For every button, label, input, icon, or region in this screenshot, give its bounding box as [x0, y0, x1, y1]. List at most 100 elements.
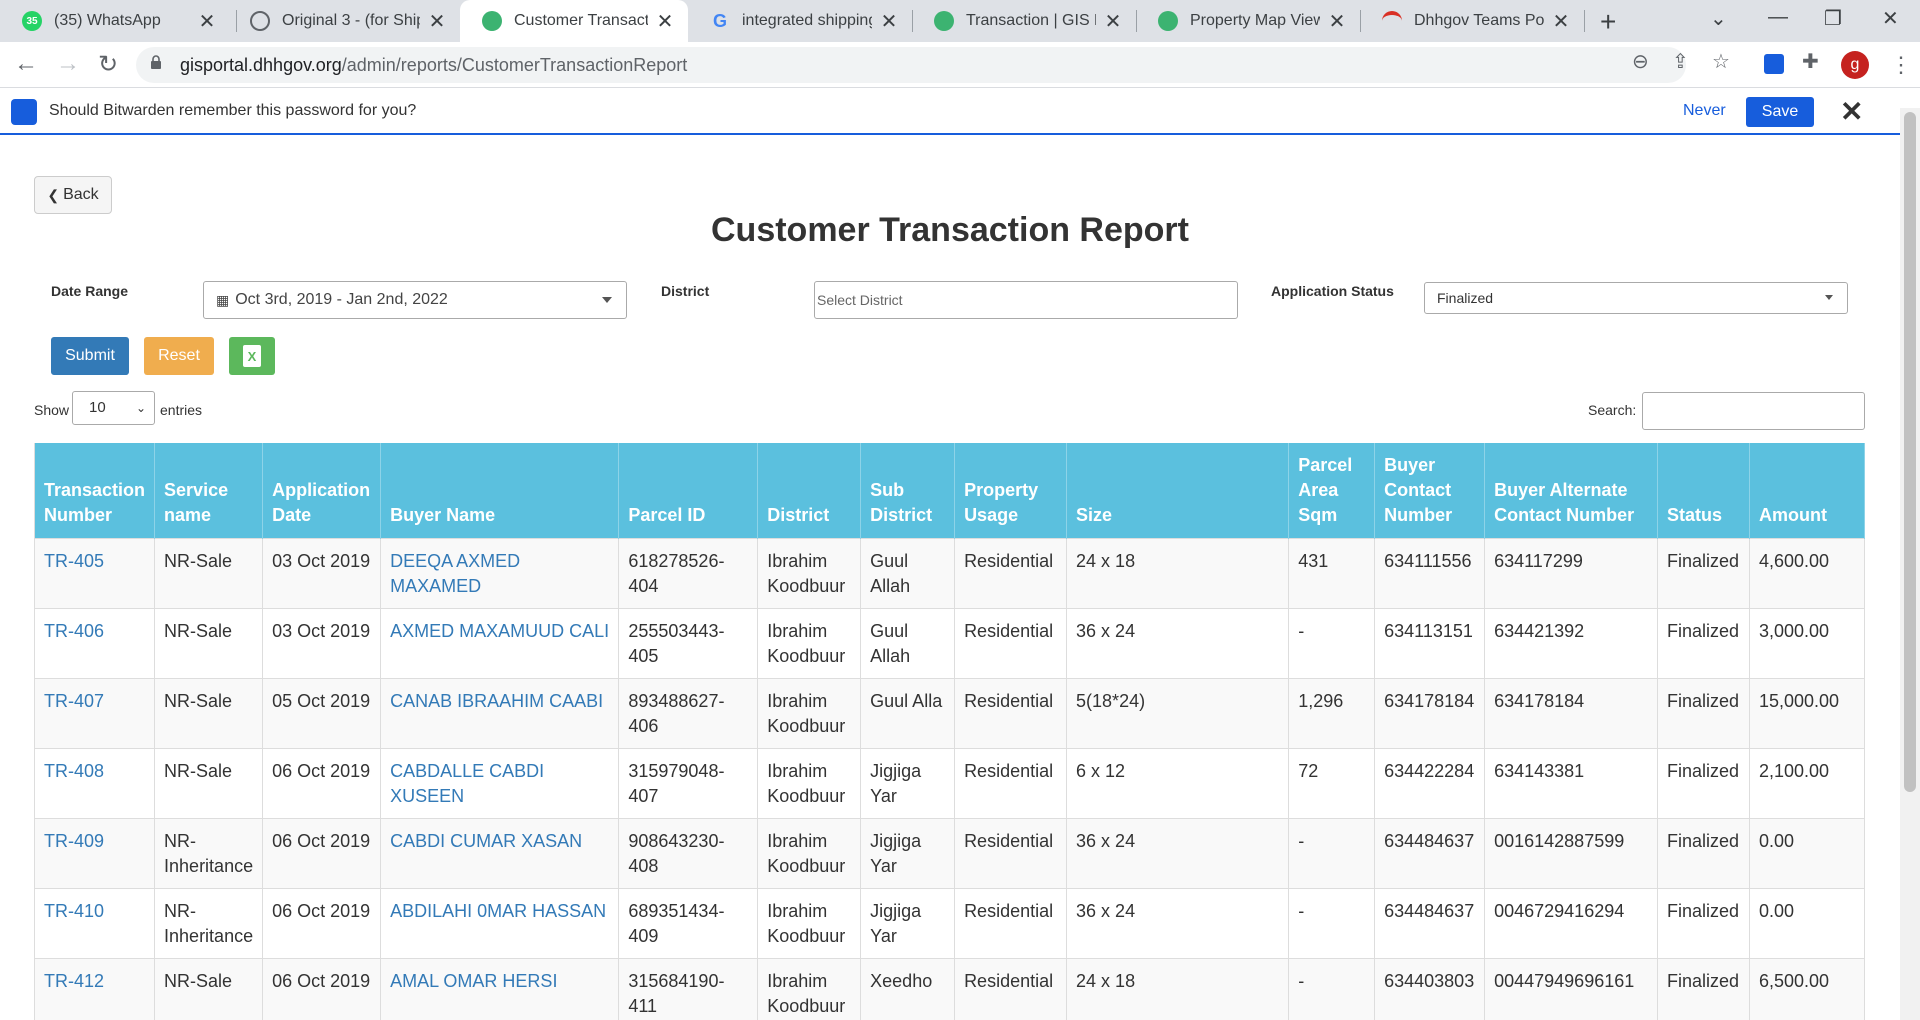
share-icon[interactable]: ⇪ — [1672, 49, 1689, 74]
table-cell: Finalized — [1657, 818, 1750, 889]
buyer-name-link[interactable]: DEEQA AXMED MAXAMED — [380, 538, 620, 609]
reload-icon[interactable]: ↻ — [92, 50, 124, 79]
back-arrow-icon[interactable]: ← — [10, 50, 42, 78]
tab-integrated-shipping[interactable]: G integrated shipping s ✕ — [688, 0, 912, 42]
table-cell: 634403803 — [1374, 958, 1486, 1020]
url-host: gisportal.dhhgov.org — [180, 55, 342, 75]
buyer-name-link[interactable]: ABDILAHI 0MAR HASSAN — [380, 888, 620, 959]
table-cell: Residential — [954, 888, 1068, 959]
report-page: ❮ Back Customer Transaction Report Date … — [0, 137, 1900, 1020]
table-cell: 893488627-406 — [618, 678, 759, 749]
tab-dhhgov-teams[interactable]: Dhhgov Teams Portal ✕ — [1360, 0, 1584, 42]
transaction-number-link[interactable]: TR-410 — [34, 888, 156, 959]
browser-menu-icon[interactable]: ⋮ — [1890, 52, 1912, 78]
column-header[interactable]: Property Usage — [954, 443, 1068, 539]
transaction-number-link[interactable]: TR-409 — [34, 818, 156, 889]
table-cell: 908643230-408 — [618, 818, 759, 889]
scrollbar-thumb[interactable] — [1904, 112, 1916, 792]
close-tab-icon[interactable]: ✕ — [428, 9, 446, 34]
buyer-name-link[interactable]: AMAL OMAR HERSI — [380, 958, 620, 1020]
date-range-picker[interactable]: ▦ Oct 3rd, 2019 - Jan 2nd, 2022 — [203, 281, 627, 319]
tab-whatsapp[interactable]: 35 (35) WhatsApp ✕ — [0, 0, 230, 42]
buyer-name-link[interactable]: CABDALLE CABDI XUSEEN — [380, 748, 620, 819]
table-row: TR-410 NR-Inheritance 06 Oct 2019 ABDILAHI … — [34, 888, 1866, 959]
table-cell: 6 x 12 — [1066, 748, 1290, 819]
table-cell: Ibrahim Koodbuur — [757, 748, 862, 819]
table-cell: 2,100.00 — [1749, 748, 1866, 819]
table-cell: Finalized — [1657, 748, 1750, 819]
table-cell: Residential — [954, 678, 1068, 749]
zoom-icon[interactable]: ⊖ — [1632, 49, 1649, 74]
column-header[interactable]: Buyer Contact Number — [1374, 443, 1486, 539]
search-input[interactable] — [1642, 392, 1865, 430]
close-tab-icon[interactable]: ✕ — [1328, 9, 1346, 34]
transaction-number-link[interactable]: TR-408 — [34, 748, 156, 819]
table-row: TR-408 NR-Sale 06 Oct 2019 CABDALLE CABDI X… — [34, 748, 1866, 819]
tab-original-3[interactable]: Original 3 - (for Shipp ✕ — [228, 0, 460, 42]
bitwarden-close-icon[interactable]: ✕ — [1840, 95, 1863, 128]
bookmark-star-icon[interactable]: ☆ — [1712, 49, 1730, 74]
date-range-label: Date Range — [51, 283, 129, 299]
bitwarden-extension-icon[interactable] — [1764, 54, 1784, 74]
close-window-icon[interactable]: ✕ — [1882, 6, 1899, 31]
column-header[interactable]: Service name — [154, 443, 264, 539]
globe-icon — [250, 11, 270, 31]
table-cell: 0.00 — [1749, 818, 1866, 889]
close-tab-icon[interactable]: ✕ — [1552, 9, 1570, 34]
table-cell: - — [1288, 818, 1376, 889]
page-scrollbar[interactable] — [1900, 108, 1920, 1020]
reset-button[interactable]: Reset — [144, 337, 214, 375]
transaction-number-link[interactable]: TR-412 — [34, 958, 156, 1020]
column-header[interactable]: Sub District — [860, 443, 956, 539]
extensions-puzzle-icon[interactable]: ✚ — [1802, 49, 1819, 74]
column-header[interactable]: Status — [1657, 443, 1750, 539]
application-status-select[interactable]: Finalized — [1424, 282, 1848, 314]
table-cell: 24 x 18 — [1066, 958, 1290, 1020]
buyer-name-link[interactable]: CANAB IBRAAHIM CAABI — [380, 678, 620, 749]
gis-frog-icon — [934, 11, 954, 31]
table-cell: Residential — [954, 818, 1068, 889]
transaction-number-link[interactable]: TR-407 — [34, 678, 156, 749]
column-header[interactable]: District — [757, 443, 862, 539]
tab-property-map-viewer[interactable]: Property Map Viewer ✕ — [1136, 0, 1360, 42]
url-text: gisportal.dhhgov.org/admin/reports/Custo… — [180, 55, 687, 76]
close-tab-icon[interactable]: ✕ — [1104, 9, 1122, 34]
buyer-name-link[interactable]: AXMED MAXAMUUD CALI — [380, 608, 620, 679]
table-cell: 634111556 — [1374, 538, 1486, 609]
url-field[interactable]: gisportal.dhhgov.org/admin/reports/Custo… — [136, 47, 1686, 83]
transaction-number-link[interactable]: TR-406 — [34, 608, 156, 679]
minimize-icon[interactable]: — — [1768, 6, 1788, 29]
table-cell: 634178184 — [1374, 678, 1486, 749]
close-tab-icon[interactable]: ✕ — [198, 9, 216, 34]
column-header[interactable]: Parcel Area Sqm — [1288, 443, 1376, 539]
column-header[interactable]: Parcel ID — [618, 443, 759, 539]
table-cell: 24 x 18 — [1066, 538, 1290, 609]
close-tab-icon[interactable]: ✕ — [656, 9, 674, 34]
submit-button[interactable]: Submit — [51, 337, 129, 375]
restore-icon[interactable]: ❐ — [1824, 6, 1842, 31]
column-header[interactable]: Buyer Name — [380, 443, 620, 539]
bitwarden-never-button[interactable]: Never — [1683, 102, 1726, 120]
entries-per-page-select[interactable]: 10 ⌄ — [72, 391, 155, 425]
column-header[interactable]: Application Date — [262, 443, 382, 539]
close-tab-icon[interactable]: ✕ — [880, 9, 898, 34]
bitwarden-notification-bar: Should Bitwarden remember this password … — [0, 89, 1920, 135]
column-header[interactable]: Amount — [1749, 443, 1866, 539]
tab-transaction-gis[interactable]: Transaction | GIS Porta ✕ — [912, 0, 1136, 42]
gis-frog-icon — [482, 11, 502, 31]
tab-customer-transaction[interactable]: Customer Transaction ✕ — [460, 0, 688, 42]
table-cell: 0016142887599 — [1484, 818, 1658, 889]
new-tab-icon[interactable]: + — [1600, 6, 1616, 38]
export-excel-button[interactable]: X — [229, 337, 275, 375]
column-header[interactable]: Transaction Number — [34, 443, 156, 539]
transaction-number-link[interactable]: TR-405 — [34, 538, 156, 609]
column-header[interactable]: Buyer Alternate Contact Number — [1484, 443, 1658, 539]
profile-avatar[interactable]: g — [1841, 51, 1869, 79]
back-button[interactable]: ❮ Back — [34, 176, 112, 214]
column-header[interactable]: Size — [1066, 443, 1290, 539]
tab-search-icon[interactable]: ⌄ — [1710, 6, 1727, 31]
forward-arrow-icon[interactable]: → — [52, 50, 84, 78]
bitwarden-save-button[interactable]: Save — [1746, 97, 1814, 127]
district-select[interactable]: Select District — [814, 281, 1238, 319]
buyer-name-link[interactable]: CABDI CUMAR XASAN — [380, 818, 620, 889]
